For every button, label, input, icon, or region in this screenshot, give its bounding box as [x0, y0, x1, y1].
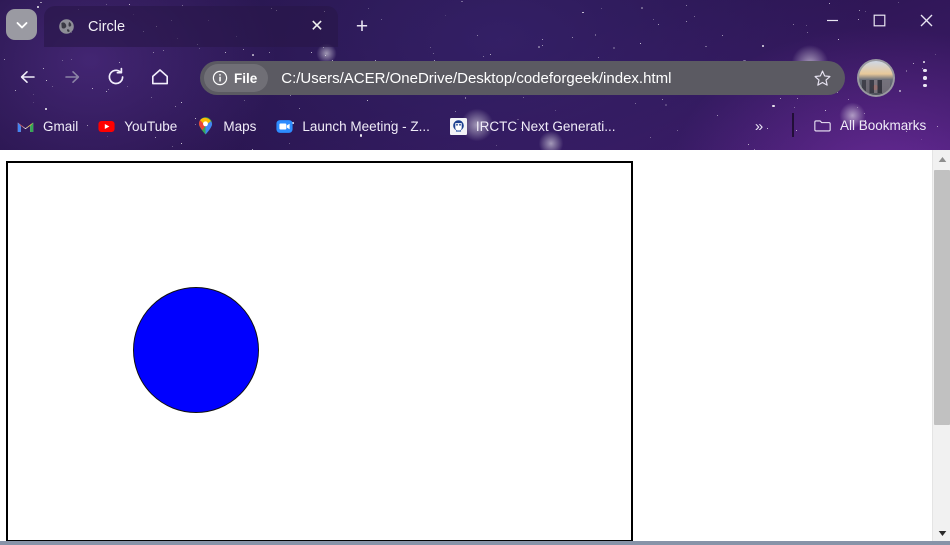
url-text[interactable]: C:/Users/ACER/OneDrive/Desktop/codeforge… [281, 70, 805, 87]
reload-icon [108, 67, 124, 85]
reload-button[interactable] [96, 57, 136, 97]
bookmark-label: YouTube [124, 118, 178, 134]
bookmark-star-icon [813, 69, 831, 86]
window-bottom-edge [0, 541, 950, 545]
scroll-down-arrow-icon [938, 530, 946, 536]
bookmarks-overflow-button[interactable]: » [745, 113, 773, 139]
tab-close-button[interactable]: ✕ [304, 14, 330, 40]
scroll-up-arrow-icon [938, 156, 946, 162]
site-info-label: File [234, 70, 258, 86]
folder-icon [814, 117, 831, 134]
three-dot-menu-icon [923, 76, 927, 80]
scrollbar-down-button[interactable] [933, 524, 950, 542]
bookmark-item-maps[interactable]: Maps [188, 112, 265, 140]
youtube-icon [98, 118, 115, 135]
new-tab-button[interactable]: + [348, 12, 376, 40]
home-icon [152, 69, 168, 85]
globe-icon [57, 17, 76, 36]
all-bookmarks-button[interactable]: All Bookmarks [806, 111, 934, 139]
three-dot-menu-icon [923, 83, 927, 88]
address-bar[interactable]: File C:/Users/ACER/OneDrive/Desktop/code… [200, 61, 845, 95]
google-maps-icon [197, 117, 214, 135]
chrome-menu-button[interactable] [908, 60, 942, 96]
page-viewport [0, 150, 950, 542]
scrollbar-thumb[interactable] [934, 170, 950, 425]
scrollbar-up-button[interactable] [933, 150, 950, 168]
three-dot-menu-icon [923, 68, 927, 73]
bookmark-item-gmail[interactable]: Gmail [8, 112, 87, 140]
tab-title: Circle [88, 18, 126, 35]
browser-window: Circle ✕ + File C:/Users/ACER/OneDrive/D… [0, 0, 950, 545]
close-icon [920, 14, 933, 26]
maximize-button[interactable] [856, 0, 903, 40]
bookmark-label: IRCTC Next Generati... [475, 118, 616, 134]
tab-strip: Circle ✕ + [0, 0, 950, 48]
site-info-chip[interactable]: File [204, 64, 269, 92]
forward-button[interactable] [52, 57, 92, 97]
forward-arrow-icon [65, 71, 80, 83]
zoom-icon [276, 118, 293, 135]
tab-search-button[interactable] [6, 9, 37, 40]
vertical-scrollbar[interactable] [932, 150, 950, 542]
close-button[interactable] [903, 0, 950, 40]
info-circle-icon [212, 70, 228, 86]
bookmark-label: Gmail [43, 118, 79, 134]
all-bookmarks-label: All Bookmarks [840, 117, 927, 133]
minimize-icon [827, 19, 838, 21]
bookmark-label: Launch Meeting - Z... [302, 118, 430, 134]
gmail-icon [17, 118, 34, 135]
bookmark-item-irctc[interactable]: IRCTC Next Generati... [441, 112, 625, 140]
bookmarks-separator [792, 113, 794, 137]
avatar-image [859, 61, 893, 95]
back-arrow-icon [20, 71, 35, 83]
chevron-down-icon [16, 21, 27, 28]
bordered-content-box [6, 161, 633, 542]
irctc-icon [449, 117, 467, 135]
bookmark-item-youtube[interactable]: YouTube [89, 112, 186, 140]
home-button[interactable] [140, 57, 180, 97]
window-controls [809, 0, 950, 48]
bookmark-label: Maps [223, 118, 257, 134]
back-button[interactable] [8, 57, 48, 97]
browser-tab[interactable]: Circle ✕ [44, 6, 338, 47]
maximize-icon [873, 14, 886, 26]
bookmark-star-button[interactable] [805, 69, 839, 88]
minimize-button[interactable] [809, 0, 856, 40]
profile-avatar[interactable] [857, 59, 895, 97]
bookmark-item-zoom[interactable]: Launch Meeting - Z... [267, 112, 439, 140]
blue-circle [133, 287, 259, 413]
